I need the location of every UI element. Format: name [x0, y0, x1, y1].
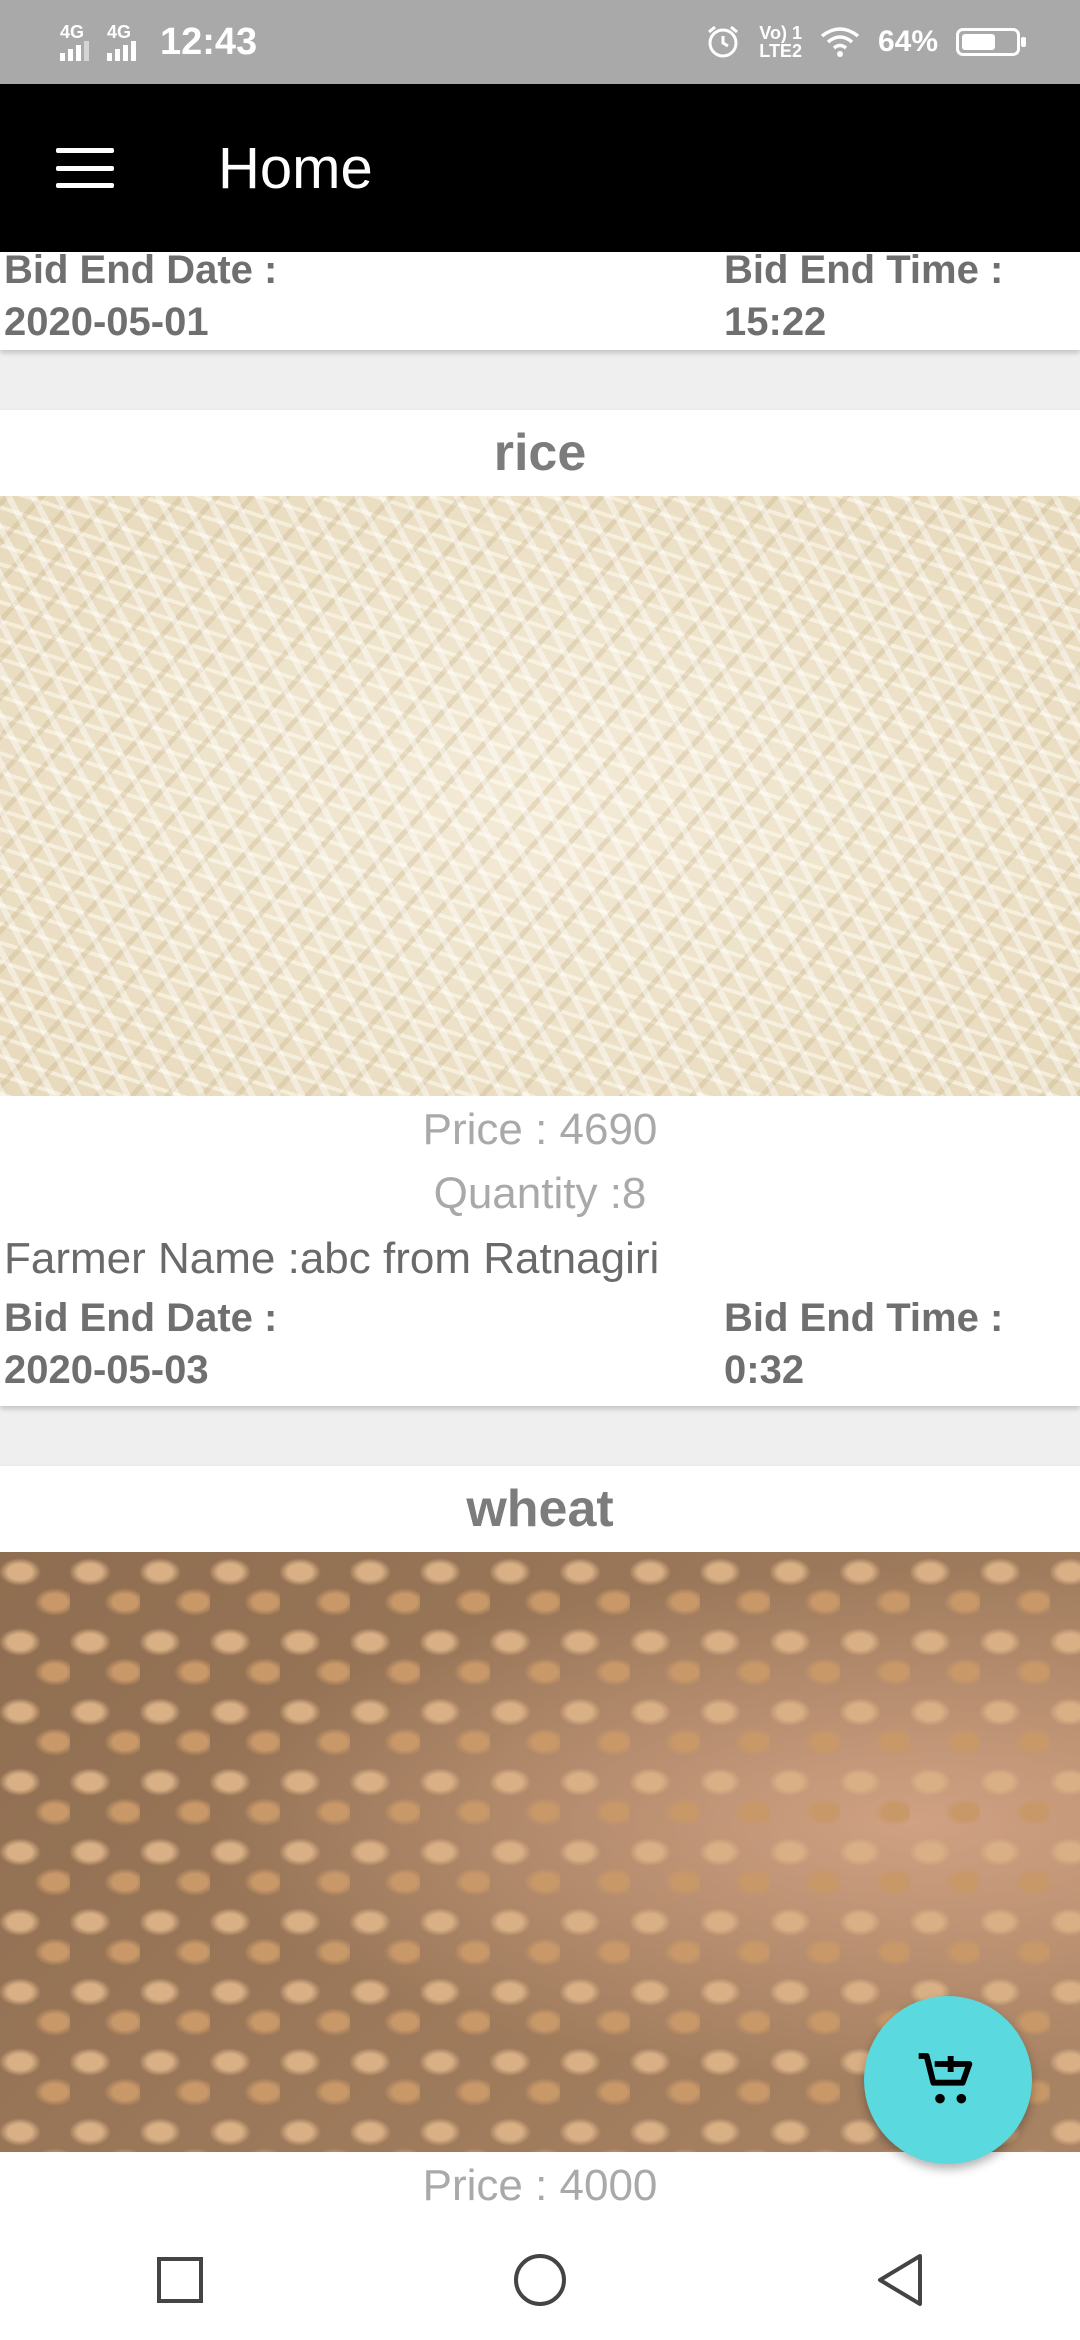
recents-button[interactable] — [140, 2240, 220, 2320]
bid-end-time: 15:22 — [724, 300, 827, 344]
product-card-rice[interactable]: rice Price : 4690 Quantity :8 Farmer Nam… — [0, 410, 1080, 1406]
square-icon — [157, 2257, 203, 2303]
product-image-rice[interactable] — [0, 496, 1080, 1096]
battery-fill — [962, 34, 995, 50]
system-nav-bar — [0, 2220, 1080, 2340]
page-title: Home — [218, 135, 373, 201]
product-price: Price : 4000 — [422, 2161, 658, 2210]
clock: 12:43 — [160, 20, 258, 63]
product-card-partial[interactable]: Bid End Date : 2020-05-01 Bid End Time :… — [0, 252, 1080, 350]
back-button[interactable] — [860, 2240, 940, 2320]
network-type-1: 4G — [60, 22, 85, 42]
volte-top: Vo) 1 — [759, 23, 802, 43]
status-right: Vo) 1 LTE2 64% — [705, 24, 1026, 60]
volte-indicator: Vo) 1 LTE2 — [759, 24, 802, 60]
product-list[interactable]: Bid End Date : 2020-05-01 Bid End Time :… — [0, 252, 1080, 2220]
status-left: 4G 4G 12:43 — [60, 21, 257, 64]
triangle-back-icon — [878, 2254, 922, 2306]
app-bar: Home — [0, 84, 1080, 252]
cart-add-icon — [918, 2053, 973, 2104]
menu-icon[interactable] — [56, 148, 114, 188]
bid-end-time-label: Bid End Time : — [724, 252, 1004, 292]
product-name: wheat — [466, 1480, 614, 1538]
alarm-icon — [708, 25, 739, 58]
bid-end-time: 0:32 — [724, 1348, 805, 1392]
product-name: rice — [493, 424, 587, 482]
bid-end-date: 2020-05-01 — [4, 300, 209, 344]
circle-icon — [514, 2254, 566, 2306]
cart-fab-button[interactable] — [864, 1996, 1032, 2164]
wifi-icon — [820, 27, 860, 57]
bid-end-time-label: Bid End Time : — [724, 1296, 1004, 1340]
status-bar: 4G 4G 12:43 Vo) 1 LTE2 64% — [0, 0, 1080, 84]
farmer-name: Farmer Name :abc from Ratnagiri — [4, 1234, 660, 1283]
signal-icon-sim2: 4G — [107, 23, 136, 61]
product-price: Price : 4690 — [422, 1105, 658, 1154]
home-button[interactable] — [500, 2240, 580, 2320]
battery-percent: 64% — [877, 25, 938, 58]
bid-end-date: 2020-05-03 — [4, 1348, 209, 1392]
product-quantity: Quantity :8 — [433, 1169, 647, 1218]
volte-bottom: LTE2 — [759, 41, 802, 61]
bid-end-date-label: Bid End Date : — [4, 252, 278, 292]
battery-icon — [956, 28, 1026, 56]
bid-end-date-label: Bid End Date : — [4, 1296, 278, 1340]
signal-icon-sim1: 4G — [60, 23, 89, 61]
network-type-2: 4G — [107, 22, 132, 42]
